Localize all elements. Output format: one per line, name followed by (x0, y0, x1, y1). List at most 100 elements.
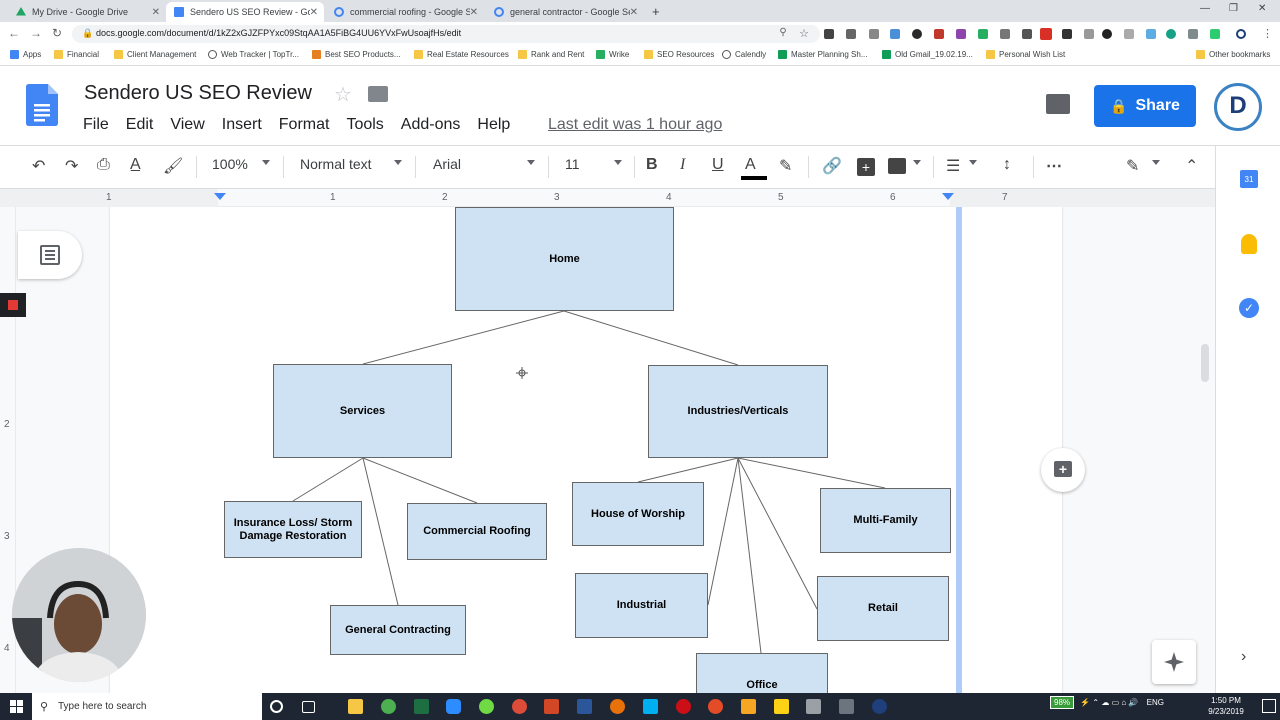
bookmark-financial[interactable]: Financial (54, 50, 99, 59)
last-edit-link[interactable]: Last edit was 1 hour ago (548, 116, 722, 134)
node-insurance-loss[interactable]: Insurance Loss/ Storm Damage Restoration (224, 501, 362, 558)
extension-icon[interactable] (1062, 29, 1072, 39)
undo-icon[interactable]: ↶ (32, 156, 45, 176)
left-indent-handle[interactable] (214, 193, 226, 200)
restore-button[interactable]: ❐ (1229, 3, 1238, 14)
font-size-select[interactable]: 11 (565, 156, 580, 172)
battery-indicator[interactable]: 98% (1050, 696, 1075, 709)
italic-button[interactable]: I (680, 156, 685, 174)
extension-icon[interactable] (956, 29, 966, 39)
menu-view[interactable]: View (170, 116, 204, 134)
extension-icon[interactable] (912, 29, 922, 39)
recording-stop-button[interactable] (0, 293, 26, 317)
text-color-button[interactable]: A (745, 156, 756, 174)
word-icon[interactable] (577, 699, 592, 714)
extension-icon[interactable] (1102, 29, 1112, 39)
close-tab-icon[interactable]: ✕ (152, 7, 160, 18)
node-house-of-worship[interactable]: House of Worship (572, 482, 704, 546)
chrome-menu-icon[interactable]: ⋮ (1262, 27, 1273, 40)
extension-icon[interactable] (1146, 29, 1156, 39)
tasks-icon[interactable]: ✓ (1239, 298, 1259, 318)
extension-icon[interactable] (1022, 29, 1032, 39)
bookmark-master-planning[interactable]: Master Planning Sh... (778, 50, 867, 59)
node-retail[interactable]: Retail (817, 576, 949, 641)
menu-addons[interactable]: Add-ons (401, 116, 461, 134)
document-outline-button[interactable] (18, 231, 82, 279)
menu-edit[interactable]: Edit (126, 116, 154, 134)
extension-icon[interactable] (1000, 29, 1010, 39)
bookmark-best-seo[interactable]: Best SEO Products... (312, 50, 401, 59)
task-view-icon[interactable] (302, 701, 315, 713)
chrome-canary-icon[interactable] (610, 699, 625, 714)
menu-file[interactable]: File (83, 116, 109, 134)
menu-insert[interactable]: Insert (222, 116, 262, 134)
bookmark-personal-wish-list[interactable]: Personal Wish List (986, 50, 1065, 59)
chrome-icon[interactable] (512, 699, 527, 714)
tab-sendero-doc[interactable]: Sendero US SEO Review - Googl ✕ (166, 2, 324, 22)
menu-help[interactable]: Help (477, 116, 510, 134)
right-indent-handle[interactable] (942, 193, 954, 200)
zoom-icon[interactable] (446, 699, 461, 714)
paint-format-icon[interactable]: 🖌 (163, 156, 183, 176)
menu-format[interactable]: Format (279, 116, 330, 134)
document-title[interactable]: Sendero US SEO Review (84, 82, 312, 105)
windows-start-icon[interactable] (10, 700, 23, 713)
line-spacing-icon[interactable]: ↕ (1003, 156, 1011, 174)
cortana-icon[interactable] (270, 700, 283, 713)
powerpoint-icon[interactable] (544, 699, 559, 714)
app-icon[interactable] (872, 699, 887, 714)
reload-icon[interactable]: ↻ (50, 26, 64, 40)
move-folder-icon[interactable] (368, 86, 388, 102)
extension-icon[interactable] (1124, 29, 1134, 39)
app-icon[interactable] (741, 699, 756, 714)
app-icon[interactable] (839, 699, 854, 714)
bookmark-web-tracker[interactable]: Web Tracker | TopTr... (208, 50, 299, 59)
editing-mode-icon[interactable]: ✎ (1126, 156, 1139, 176)
star-icon[interactable]: ☆ (797, 27, 811, 40)
bookmark-real-estate[interactable]: Real Estate Resources (414, 50, 509, 59)
spellcheck-icon[interactable]: A̲ (130, 156, 141, 174)
underline-button[interactable]: U (712, 156, 724, 174)
highlight-icon[interactable]: ✎ (779, 156, 792, 176)
tray-icons[interactable]: ⚡ ⌃ ☁ ▭ ⌂ 🔊 (1080, 698, 1138, 707)
extension-icon[interactable] (1084, 29, 1094, 39)
node-industrial[interactable]: Industrial (575, 573, 708, 638)
node-general-contracting[interactable]: General Contracting (330, 605, 466, 655)
extension-icon[interactable] (824, 29, 834, 39)
star-icon[interactable]: ☆ (334, 82, 352, 107)
file-explorer-icon[interactable] (348, 699, 363, 714)
bookmark-rank-and-rent[interactable]: Rank and Rent (518, 50, 584, 59)
bookmark-wrike[interactable]: Wrike (596, 50, 629, 59)
minimize-button[interactable]: — (1200, 3, 1210, 14)
menu-tools[interactable]: Tools (346, 116, 383, 134)
system-clock[interactable]: 1:50 PM 9/23/2019 (1196, 695, 1256, 717)
extension-icon[interactable] (1166, 29, 1176, 39)
close-tab-icon[interactable]: ✕ (310, 7, 318, 18)
url-field[interactable]: 🔒 docs.google.com/document/d/1kZ2xGJZFPY… (72, 25, 820, 43)
extension-icon[interactable] (846, 29, 856, 39)
node-industries-verticals[interactable]: Industries/Verticals (648, 365, 828, 458)
node-home[interactable]: Home (455, 207, 674, 311)
align-icon[interactable]: ☰ (946, 156, 960, 176)
back-icon[interactable]: ← (7, 26, 21, 40)
tab-general-contractor[interactable]: general contractor - Google Sea ✕ (486, 2, 644, 22)
node-commercial-roofing[interactable]: Commercial Roofing (407, 503, 547, 560)
new-tab-button[interactable]: + (652, 4, 660, 19)
excel-icon[interactable] (414, 699, 429, 714)
comment-history-icon[interactable] (1046, 94, 1070, 114)
link-icon[interactable]: 🔗 (822, 156, 842, 176)
explore-button[interactable] (1152, 640, 1196, 684)
collapse-icon[interactable]: ⌃ (1185, 156, 1198, 176)
extension-icon[interactable] (1188, 29, 1198, 39)
app-icon[interactable] (806, 699, 821, 714)
extension-icon[interactable] (869, 29, 879, 39)
insert-image-icon[interactable] (888, 158, 906, 174)
redo-icon[interactable]: ↷ (65, 156, 78, 176)
style-select[interactable]: Normal text (300, 156, 372, 172)
bookmark-old-gmail[interactable]: Old Gmail_19.02.19... (882, 50, 973, 59)
bookmark-calendly[interactable]: Calendly (722, 50, 766, 59)
bookmark-other[interactable]: Other bookmarks (1196, 50, 1270, 59)
docs-logo-icon[interactable] (26, 84, 58, 126)
upwork-icon[interactable] (479, 699, 494, 714)
extension-icon[interactable] (934, 29, 944, 39)
